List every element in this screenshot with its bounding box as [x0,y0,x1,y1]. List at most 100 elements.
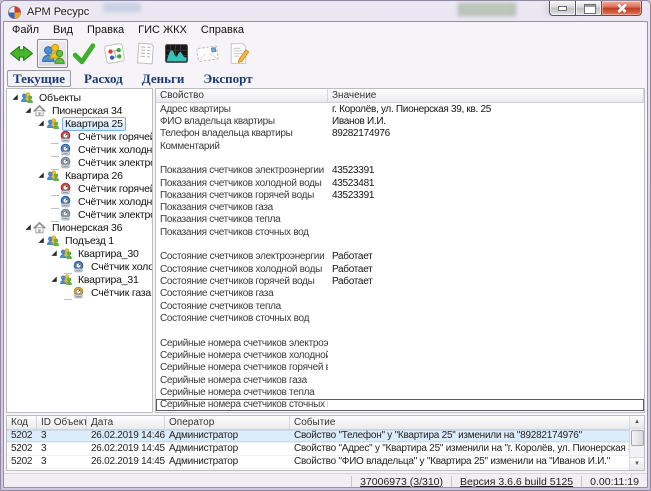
log-scrollbar[interactable]: ▲ ▼ [629,416,644,470]
expander-icon[interactable]: ◢ [49,247,59,260]
status-item-0[interactable]: 37006973 (3/310) [351,476,451,488]
log-cell: Свойство "ФИО владельца" у "Квартира 25"… [290,456,644,468]
log-row[interactable]: 5202326.02.2019 14:45:15АдминистраторСво… [7,456,644,469]
report-icon [133,41,158,66]
property-grid-header: Свойство Значение [156,89,644,103]
meter-electric-icon [59,156,72,169]
log-row[interactable]: 5202326.02.2019 14:46:13АдминистраторСво… [7,430,644,443]
object-tree: ◢Объекты◢Пионерская 34◢Квартира 25Счётчи… [6,88,153,413]
minimize-button[interactable] [549,1,576,16]
people-icon [46,117,59,130]
tab-0[interactable]: Текущие [7,70,71,87]
property-row[interactable]: Телефон владельца квартиры89282174976 [156,128,644,140]
confirm-check-icon [71,41,96,66]
tree-item[interactable]: Счётчик холодной воды [7,260,152,273]
property-row[interactable]: Серийные номера счетчиков электроэнергии [156,337,644,349]
tab-3[interactable]: Экспорт [197,70,258,87]
log-cell: 26.02.2019 14:45:41 [87,443,165,455]
expander-icon[interactable]: ◢ [23,104,33,117]
expander-icon[interactable]: ◢ [10,91,20,104]
column-header-value[interactable]: Значение [328,89,644,103]
property-row[interactable]: Показания счетчиков электроэнергии435233… [156,165,644,177]
property-row[interactable]: Состояние счетчиков холодной водыРаботае… [156,263,644,275]
expander-icon[interactable]: ◢ [23,221,33,234]
column-header-property[interactable]: Свойство [156,89,328,103]
log-column-header[interactable]: Код [7,416,37,430]
log-row[interactable]: 5202326.02.2019 14:45:41АдминистраторСво… [7,443,644,456]
log-column-header[interactable]: Событие [290,416,644,430]
tab-2[interactable]: Деньги [136,70,191,87]
maximize-button[interactable] [575,1,602,16]
tab-1[interactable]: Расход [78,70,129,87]
property-row[interactable]: Показания счетчиков горячей воды43523391 [156,189,644,201]
close-button[interactable] [601,1,642,16]
title-bar[interactable]: АРМ Ресурс [3,1,648,21]
property-row[interactable]: Состояние счетчиков сточных вод [156,312,644,324]
property-row[interactable]: Показания счетчиков тепла [156,214,644,226]
scroll-down-icon[interactable]: ▼ [630,457,645,470]
expander-icon[interactable]: ◢ [49,273,59,286]
menu-item-4[interactable]: Справка [194,22,251,38]
menu-item-3[interactable]: ГИС ЖКХ [131,22,194,38]
tree-item[interactable]: ◢Подъезд 1 [7,234,152,247]
status-item-1[interactable]: Версия 3.6.6 build 5125 [451,476,581,488]
meter-hot-icon [59,130,72,143]
property-row[interactable]: Адрес квартирыг. Королёв, ул. Пионерская… [156,103,644,115]
tree-item[interactable]: ◢Пионерская 34 [7,104,152,117]
report-button[interactable] [130,39,161,68]
property-row[interactable]: Показания счетчиков холодной воды4352348… [156,177,644,189]
tree-item[interactable]: ◢Объекты [7,91,152,104]
tree-item[interactable]: ◢Квартира_31 [7,273,152,286]
chart-button[interactable] [161,39,192,68]
scroll-up-icon[interactable]: ▲ [630,416,645,429]
property-row[interactable]: Состояние счетчиков горячей водыРаботает [156,275,644,287]
tree-item[interactable]: Счётчик холодной воды [7,143,152,156]
expander-icon[interactable]: ◢ [36,234,46,247]
property-row-separator [156,238,644,250]
log-column-header[interactable]: ID Объекта [37,416,87,430]
tree-item[interactable]: Счётчик электроэнергии [7,156,152,169]
property-row[interactable]: Серийные номера счетчиков тепла [156,386,644,398]
property-row[interactable]: Серийные номера счетчиков сточных вод [156,399,644,411]
property-row[interactable]: Состояние счетчиков тепла [156,300,644,312]
expander-icon[interactable]: ◢ [36,117,46,130]
tree-item[interactable]: ◢Пионерская 36 [7,221,152,234]
menu-item-2[interactable]: Правка [80,22,131,38]
property-row[interactable]: Серийные номера счетчиков холодной воды [156,349,644,361]
menu-item-1[interactable]: Вид [46,22,80,38]
edit-document-button[interactable] [223,39,254,68]
mail-button[interactable] [192,39,223,68]
property-row[interactable]: Показания счетчиков сточных вод [156,226,644,238]
tree-item[interactable]: Счётчик газа [7,286,152,299]
tree-item[interactable]: ◢Квартира_30 [7,247,152,260]
property-row[interactable]: Серийные номера счетчиков газа [156,374,644,386]
scrollbar-thumb[interactable] [631,430,644,446]
tree-item[interactable]: ◢Квартира 26 [7,169,152,182]
objects-people-button[interactable] [37,39,68,68]
tree-item[interactable]: Счётчик холодной воды [7,195,152,208]
property-row[interactable]: Состояние счетчиков электроэнергииРабота… [156,251,644,263]
confirm-check-button[interactable] [68,39,99,68]
sync-arrows-button[interactable] [6,39,37,68]
client-area: ФайлВидПравкаГИС ЖКХСправка Текущие Расхо… [3,21,648,488]
tree-item[interactable]: Счётчик горячей воды [7,130,152,143]
meter-cold-icon [72,260,85,273]
tree-item[interactable]: ◢Квартира 25 [7,117,152,130]
tree-item[interactable]: Счётчик электроэнергии [7,208,152,221]
property-row[interactable]: Серийные номера счетчиков горячей воды [156,362,644,374]
property-row[interactable]: Комментарий [156,140,644,152]
property-row[interactable]: Показания счетчиков газа [156,202,644,214]
property-row-separator [156,152,644,164]
tree-item[interactable]: Счётчик горячей воды [7,182,152,195]
property-row[interactable]: ФИО владельца квартирыИванов И.И. [156,115,644,127]
log-cell: 5202 [7,443,37,455]
menu-item-0[interactable]: Файл [5,22,46,38]
expander-icon[interactable]: ◢ [36,169,46,182]
event-log-header: КодID ОбъектаДатаОператорСобытие [7,416,644,430]
app-window: АРМ Ресурс ФайлВидПравкаГИС ЖКХСправка Т… [0,0,651,491]
event-log-rows: 5202326.02.2019 14:46:13АдминистраторСво… [7,430,644,469]
scheme-button[interactable] [99,39,130,68]
log-column-header[interactable]: Оператор [165,416,290,430]
log-column-header[interactable]: Дата [87,416,165,430]
property-row[interactable]: Состояние счетчиков газа [156,288,644,300]
